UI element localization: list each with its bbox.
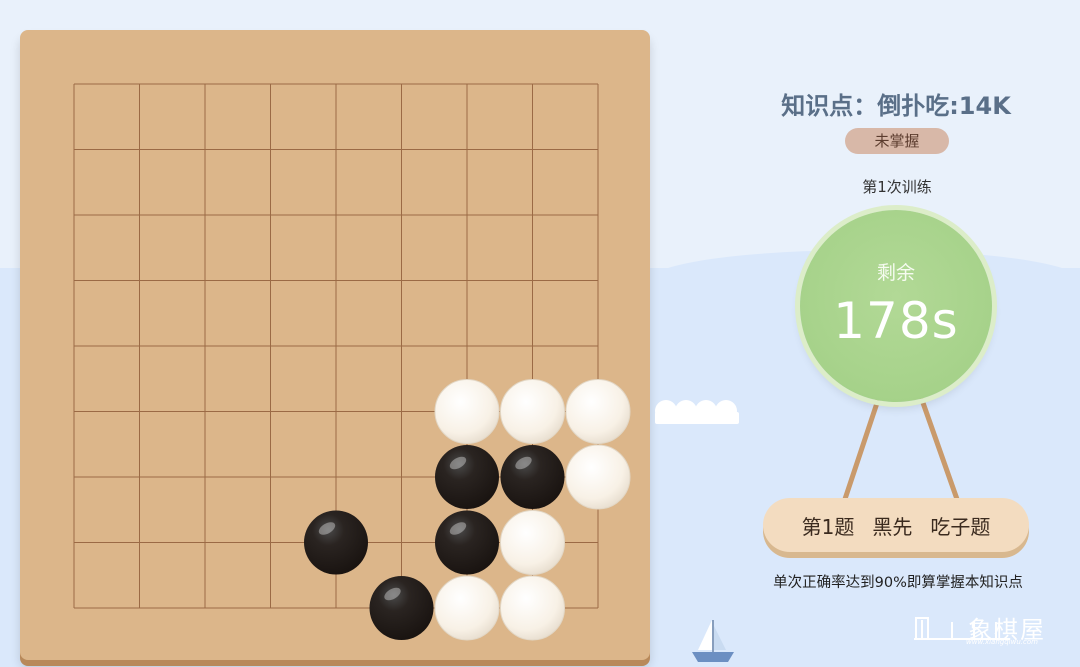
white-stone[interactable] bbox=[500, 575, 565, 641]
black-stone[interactable] bbox=[435, 445, 499, 509]
black-stone[interactable] bbox=[500, 445, 565, 509]
black-stone[interactable] bbox=[304, 510, 368, 575]
white-stone[interactable] bbox=[565, 379, 631, 444]
black-stone[interactable] bbox=[369, 576, 434, 640]
white-stone[interactable] bbox=[500, 510, 565, 575]
white-stone[interactable] bbox=[434, 575, 500, 641]
white-stone[interactable] bbox=[500, 379, 565, 444]
question-type: 吃子题 bbox=[930, 514, 991, 539]
cloud-decoration bbox=[655, 400, 739, 424]
training-count: 第1次训练 bbox=[862, 178, 932, 196]
question-info-panel: 第1题 黑先 吃子题 bbox=[763, 498, 1029, 552]
go-board[interactable] bbox=[20, 30, 650, 660]
knowledge-point-title: 知识点：倒扑吃:14K bbox=[781, 92, 1011, 120]
first-move: 黑先 bbox=[872, 514, 913, 539]
countdown-timer: 剩余 178s bbox=[800, 210, 992, 402]
white-stone[interactable] bbox=[565, 444, 631, 510]
brand-url: www.xiangqiwu.com bbox=[966, 638, 1038, 646]
timer-value: 178s bbox=[833, 292, 959, 350]
question-number: 第1题 bbox=[801, 514, 855, 539]
board-grid[interactable] bbox=[20, 30, 650, 660]
mastery-status-badge: 未掌握 bbox=[845, 128, 949, 154]
sailboat-icon bbox=[692, 620, 734, 662]
timer-label: 剩余 bbox=[876, 262, 915, 284]
mastery-rule-text: 单次正确率达到90%即算掌握本知识点 bbox=[773, 575, 1023, 591]
black-stone[interactable] bbox=[435, 510, 499, 575]
white-stone[interactable] bbox=[434, 379, 500, 444]
